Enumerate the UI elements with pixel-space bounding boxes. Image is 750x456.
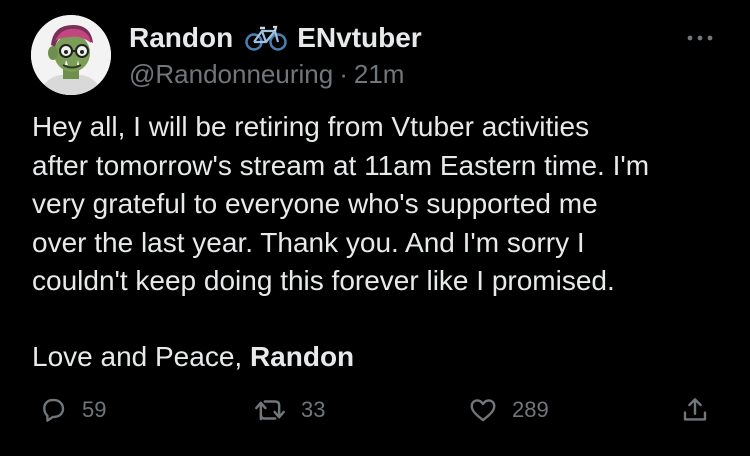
tweet-text-line: couldn't keep doing this forever like I …	[32, 265, 615, 296]
share-icon	[683, 398, 707, 421]
tweet-actions-bar: 59 33 289	[0, 388, 750, 432]
avatar[interactable]	[31, 15, 111, 95]
like-count: 289	[512, 397, 549, 422]
tweet-card[interactable]: Randon ENvtuber @Randonneuring · 21m Hey…	[0, 0, 750, 456]
heart-icon	[470, 399, 496, 422]
tweet-timestamp[interactable]: 21m	[354, 59, 405, 90]
tweet-text-line: Hey all, I will be retiring from Vtuber …	[32, 111, 590, 142]
tweet-text-line: very grateful to everyone who's supporte…	[32, 188, 598, 219]
reply-icon	[43, 398, 65, 422]
tweet-text-line: over the last year. Thank you. And I'm s…	[32, 226, 585, 258]
retweet-button[interactable]: 33	[253, 388, 325, 432]
tweet-text-line: after tomorrow's stream at 11am Eastern …	[32, 149, 650, 181]
author-display-name[interactable]: Randon	[129, 22, 233, 54]
tweet-signoff: Love and Peace, Randon	[32, 338, 354, 376]
retweet-icon	[255, 400, 285, 421]
share-button[interactable]	[680, 388, 710, 432]
tweet-text: Hey all, I will be retiring from Vtuber …	[32, 108, 732, 301]
signoff-name: Randon	[249, 341, 355, 372]
retweet-count: 33	[301, 397, 326, 422]
meta-separator: ·	[339, 58, 348, 89]
author-handle[interactable]: @Randonneuring	[129, 59, 333, 90]
more-options-icon[interactable]	[685, 28, 715, 48]
signoff-prefix: Love and Peace,	[32, 341, 250, 372]
author-name-suffix: ENvtuber	[297, 22, 422, 53]
reply-count: 59	[82, 397, 107, 422]
bicycle-icon	[245, 24, 287, 52]
author-name-row[interactable]: Randon ENvtuber	[129, 20, 422, 56]
like-button[interactable]: 289	[468, 388, 549, 432]
author-handle-row: @Randonneuring · 21m	[129, 57, 404, 91]
reply-button[interactable]: 59	[38, 388, 106, 432]
